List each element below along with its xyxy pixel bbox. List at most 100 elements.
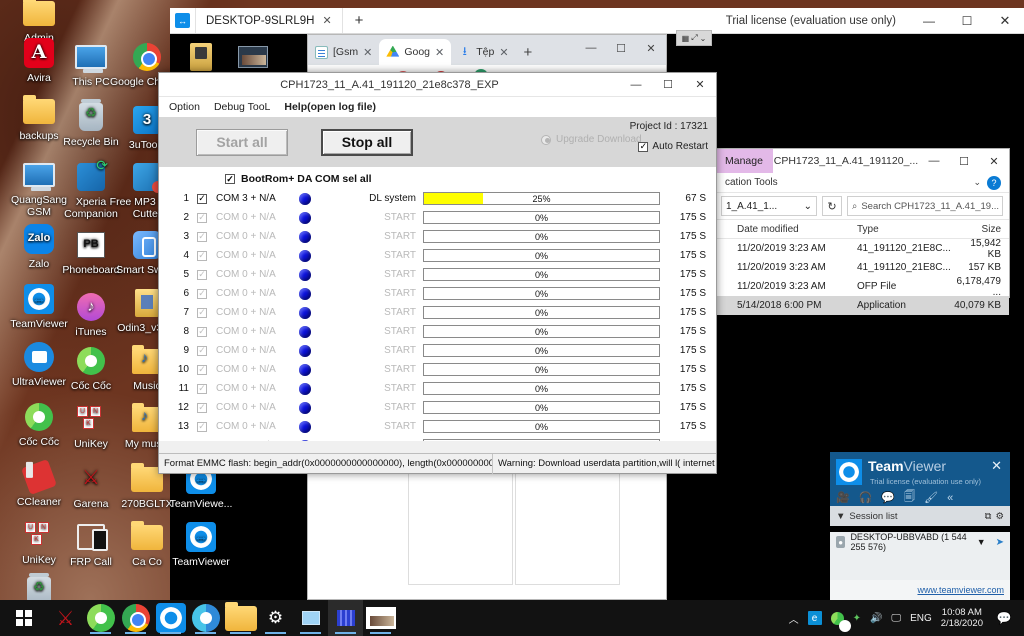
address-path-field[interactable]: 1_A.41_1... ⌄	[721, 196, 817, 216]
minimize-button[interactable]: —	[620, 73, 652, 97]
table-row[interactable]: 11/20/2019 3:23 AM OFP File 6,178,479 ..…	[715, 276, 1009, 298]
column-size[interactable]: Size	[943, 224, 1009, 235]
new-session-tab-button[interactable]: +	[343, 8, 376, 33]
table-row[interactable]: 5 ✓ COM 0 + N/A START 0% 175 S	[159, 265, 716, 284]
close-button[interactable]: ✕	[684, 73, 716, 97]
help-icon[interactable]: ?	[987, 175, 1001, 190]
row-checkbox[interactable]: ✓	[197, 402, 211, 413]
table-row[interactable]: 2 ✓ COM 0 + N/A START 0% 175 S	[159, 208, 716, 227]
maximize-button[interactable]: ☐	[949, 149, 979, 173]
teamviewer-website-link[interactable]: www.teamviewer.com	[830, 580, 1010, 600]
close-button[interactable]: ✕	[986, 8, 1024, 33]
collapse-icon[interactable]: «	[947, 492, 953, 504]
video-camera-icon[interactable]: 🎥	[836, 491, 850, 504]
table-row[interactable]: 13 ✓ COM 0 + N/A START 0% 175 S	[159, 417, 716, 436]
row-checkbox[interactable]: ✓	[197, 326, 211, 337]
close-button[interactable]: ✕	[979, 149, 1009, 173]
taskbar-item-ultraviewer[interactable]	[188, 600, 223, 636]
chrome-tab-tep[interactable]: ⭳ Tệp ✕	[451, 39, 515, 65]
table-row[interactable]: 10 ✓ COM 0 + N/A START 0% 175 S	[159, 360, 716, 379]
maximize-button[interactable]: ☐	[652, 73, 684, 97]
close-icon[interactable]: ✕	[435, 46, 444, 59]
table-row[interactable]: 3 ✓ COM 0 + N/A START 0% 175 S	[159, 227, 716, 246]
table-row[interactable]: 14 ✓ COM 0 + N/A START 0% 175 S	[159, 436, 716, 441]
select-all-checkbox[interactable]: ✓ BootRom+ DA COM sel all	[159, 167, 716, 189]
taskbar-item-file-explorer[interactable]	[223, 600, 258, 636]
close-icon[interactable]: ✕	[499, 46, 508, 59]
menu-help[interactable]: Help(open log file)	[284, 101, 376, 113]
search-input[interactable]: ⌕ Search CPH1723_11_A.41_19...	[847, 196, 1003, 216]
chrome-tab-gsm[interactable]: [Gsm ✕	[308, 39, 379, 65]
chevron-down-icon[interactable]: ⌄	[804, 201, 812, 212]
refresh-button[interactable]: ↻	[822, 196, 842, 216]
whiteboard-icon[interactable]: 🖌	[924, 491, 938, 504]
table-row[interactable]: 11/20/2019 3:23 AM 41_191120_21E8C... 15…	[715, 258, 1009, 277]
row-checkbox[interactable]: ✓	[197, 383, 211, 394]
menu-option[interactable]: Option	[169, 101, 200, 113]
row-checkbox[interactable]: ✓	[197, 212, 211, 223]
explorer-ribbon-manage-tab[interactable]: Manage	[715, 149, 773, 173]
session-list-header[interactable]: ▼ Session list ⧉ ⚙	[830, 506, 1010, 526]
maximize-button[interactable]: ☐	[948, 8, 986, 33]
language-indicator[interactable]: ENG	[910, 613, 932, 624]
gear-icon[interactable]: ⚙	[995, 511, 1004, 522]
close-icon[interactable]: ✕	[991, 458, 1002, 474]
taskbar-item-flash-tool[interactable]	[293, 600, 328, 636]
table-row[interactable]: 9 ✓ COM 0 + N/A START 0% 175 S	[159, 341, 716, 360]
table-row[interactable]: 5/14/2018 6:00 PM Application 40,079 KB	[715, 296, 1009, 315]
row-checkbox[interactable]: ✓	[197, 440, 211, 441]
stop-all-button[interactable]: Stop all	[321, 128, 413, 156]
list-item[interactable]: ● DESKTOP-UBBVABD (1 544 255 576) ▼ ➤	[830, 532, 1010, 552]
show-hidden-icons-chevron[interactable]: ︿	[789, 611, 799, 626]
table-row[interactable]: 4 ✓ COM 0 + N/A START 0% 175 S	[159, 246, 716, 265]
taskbar-item-chrome[interactable]	[118, 600, 153, 636]
row-checkbox[interactable]: ✓	[197, 269, 211, 280]
auto-restart-checkbox[interactable]: ✓ Auto Restart	[638, 141, 708, 152]
coccoc-tray-icon[interactable]: ✦	[853, 613, 861, 624]
network-icon[interactable]: 🖵	[891, 613, 901, 624]
chrome-new-tab-button[interactable]: +	[516, 44, 541, 65]
headset-icon[interactable]: 🎧	[859, 491, 873, 504]
taskbar-item-garena[interactable]: ⚔	[48, 600, 83, 636]
row-checkbox[interactable]: ✓	[197, 307, 211, 318]
remote-toolbar-handle[interactable]: ▦ ⤢ ⌄	[676, 30, 712, 46]
maximize-button[interactable]: ☐	[606, 35, 636, 61]
minimize-button[interactable]: —	[919, 149, 949, 173]
column-type[interactable]: Type	[851, 224, 943, 235]
clock[interactable]: 10:08 AM 2/18/2020	[941, 607, 983, 629]
table-row[interactable]: 1 ✓ COM 3 + N/A DL system 25% 67 S	[159, 189, 716, 208]
row-checkbox[interactable]: ✓	[197, 288, 211, 299]
table-row[interactable]: 6 ✓ COM 0 + N/A START 0% 175 S	[159, 284, 716, 303]
taskbar-item-coccoc[interactable]	[83, 600, 118, 636]
edge-icon[interactable]: e	[807, 611, 822, 625]
chevron-down-icon[interactable]: ⌄	[973, 177, 987, 188]
taskbar-item-photos[interactable]	[363, 600, 398, 636]
close-icon[interactable]: ✕	[322, 14, 331, 27]
files-icon[interactable]: 🗐	[904, 488, 915, 507]
chevron-down-icon[interactable]: ▼	[977, 537, 986, 547]
remote-session-tab[interactable]: DESKTOP-9SLRL9H ✕	[196, 8, 343, 33]
table-row[interactable]: 7 ✓ COM 0 + N/A START 0% 175 S	[159, 303, 716, 322]
taskbar-item-teamviewer[interactable]: ↔	[153, 600, 188, 636]
chrome-tab-google-drive[interactable]: Goog ✕	[379, 39, 452, 65]
close-button[interactable]: ✕	[636, 35, 666, 61]
desktop-icon-teamviewer-remote[interactable]: ↔ TeamViewer	[162, 520, 240, 569]
taskbar-item-download-tool[interactable]	[328, 600, 363, 636]
ultraviewer-tray-icon[interactable]	[830, 611, 851, 632]
table-row[interactable]: 12 ✓ COM 0 + N/A START 0% 175 S	[159, 398, 716, 417]
table-row[interactable]: 11 ✓ COM 0 + N/A START 0% 175 S	[159, 379, 716, 398]
row-checkbox[interactable]: ✓	[197, 364, 211, 375]
taskbar-item-settings[interactable]: ⚙	[258, 600, 293, 636]
popout-icon[interactable]: ⧉	[985, 511, 992, 522]
start-all-button[interactable]: Start all	[196, 128, 288, 156]
table-row[interactable]: 11/20/2019 3:23 AM 41_191120_21E8C... 15…	[715, 238, 1009, 260]
close-icon[interactable]: ✕	[363, 46, 372, 59]
table-row[interactable]: 8 ✓ COM 0 + N/A START 0% 175 S	[159, 322, 716, 341]
row-checkbox[interactable]: ✓	[197, 250, 211, 261]
row-checkbox[interactable]: ✓	[197, 345, 211, 356]
row-checkbox[interactable]: ✓	[197, 193, 211, 204]
action-center-icon[interactable]: 💬	[992, 600, 1016, 636]
row-checkbox[interactable]: ✓	[197, 231, 211, 242]
volume-icon[interactable]: 🔊	[870, 613, 882, 624]
row-checkbox[interactable]: ✓	[197, 421, 211, 432]
